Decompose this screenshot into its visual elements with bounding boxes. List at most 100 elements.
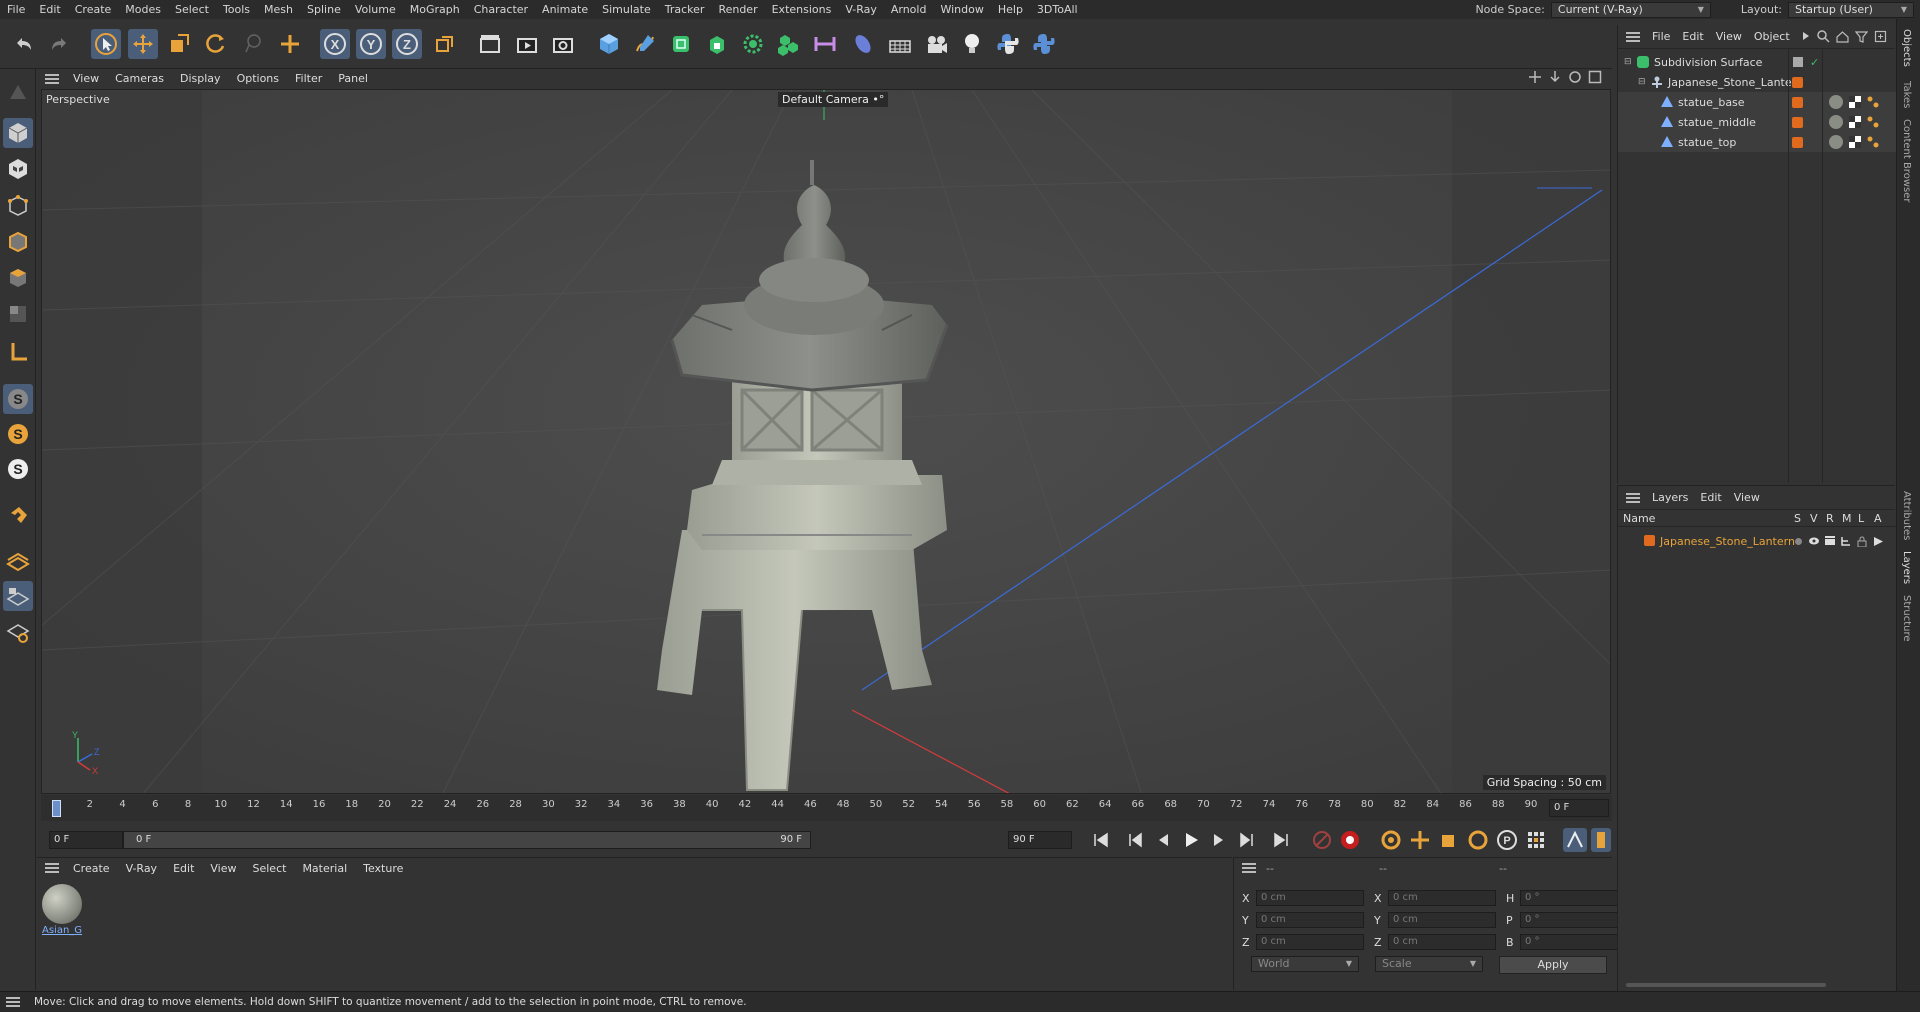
playhead-marker[interactable] [52,800,61,817]
collapse-icon[interactable]: ⊟ [1624,57,1634,67]
menu-arnold[interactable]: Arnold [884,3,934,16]
redo-button[interactable] [44,29,74,59]
menu-edit[interactable]: Edit [32,3,67,16]
layer-color-swatch[interactable] [1644,535,1655,546]
play-icon[interactable] [1181,830,1201,850]
model-mode-button[interactable] [3,118,33,148]
layer-menu-layers[interactable]: Layers [1646,491,1694,504]
menu-vray[interactable]: V-Ray [838,3,884,16]
uvw-tag-icon[interactable] [1848,115,1862,129]
rotation-key-icon[interactable] [1467,829,1489,851]
viewport-menu-view[interactable]: View [65,72,107,85]
snap-settings-button[interactable]: S [3,419,33,449]
mograph-button[interactable] [774,29,804,59]
go-to-end-icon[interactable] [1271,830,1291,850]
tab-structure[interactable]: Structure [1901,595,1912,642]
material-menu-vray[interactable]: V-Ray [118,862,166,875]
render-clapper-icon[interactable] [1824,536,1836,546]
go-to-start-icon[interactable] [1091,830,1111,850]
layer-menu-view[interactable]: View [1728,491,1766,504]
python-script-button[interactable] [993,29,1023,59]
deformer-button[interactable] [810,29,840,59]
menu-modes[interactable]: Modes [118,3,168,16]
coord-size-x[interactable]: 0 cm [1388,890,1496,906]
phong-tag-icon[interactable] [1866,115,1880,129]
uv-mode-button[interactable] [3,299,33,329]
record-keys-disabled-icon[interactable] [1311,829,1333,851]
axis-mode-button[interactable] [3,337,33,367]
horizontal-scrollbar[interactable] [1626,983,1826,987]
hamburger-icon[interactable] [1242,863,1256,873]
points-mode-button[interactable] [3,191,33,221]
object-row-japanese-stone-lantern[interactable]: ⊟ Japanese_Stone_Lantern [1618,72,1896,92]
light-button[interactable] [957,29,987,59]
scale-key-icon[interactable] [1438,829,1460,851]
menu-extensions[interactable]: Extensions [765,3,839,16]
viewport-menu-filter[interactable]: Filter [287,72,330,85]
3d-viewport[interactable]: Perspective Default Camera •° Grid Spaci… [41,89,1611,794]
snap-button[interactable]: S [3,384,33,414]
viewport-camera-label[interactable]: Default Camera •° [778,92,889,107]
material-tag-icon[interactable] [1828,94,1844,110]
keyframe-selection-icon[interactable] [1380,829,1402,851]
object-menu-file[interactable]: File [1646,30,1676,43]
autokey-icon[interactable] [1339,829,1361,851]
size-mode-dropdown[interactable]: Scale ▼ [1375,956,1483,972]
layer-color-tag[interactable] [1792,96,1803,108]
dolly-icon[interactable] [1548,70,1562,84]
menu-window[interactable]: Window [933,3,990,16]
hamburger-icon[interactable] [45,73,59,84]
menu-mesh[interactable]: Mesh [257,3,300,16]
x-axis-lock-button[interactable]: X [320,29,350,59]
add-tool-button[interactable] [275,29,305,59]
coord-size-y[interactable]: 0 cm [1388,912,1496,928]
move-tool-button[interactable] [128,29,158,59]
undo-button[interactable] [9,29,39,59]
extrude-button[interactable] [702,29,732,59]
coord-pos-x[interactable]: 0 cm [1256,890,1364,906]
cube-primitive-button[interactable] [594,29,624,59]
coordinate-system-button[interactable] [430,29,460,59]
selection-tool-button[interactable] [91,29,121,59]
viewport-menu-cameras[interactable]: Cameras [107,72,172,85]
layout-dropdown[interactable]: Startup (User) ▼ [1788,1,1914,18]
tab-takes[interactable]: Takes [1901,81,1912,108]
position-key-icon[interactable] [1409,829,1431,851]
y-axis-lock-button[interactable]: Y [356,29,386,59]
material-swatch[interactable]: Asian_G [42,884,84,940]
coord-pos-z[interactable]: 0 cm [1256,934,1364,950]
planar-workplane-button[interactable] [3,617,33,647]
previous-frame-icon[interactable] [1153,830,1173,850]
viewport-menu-panel[interactable]: Panel [330,72,376,85]
pan-icon[interactable] [1528,70,1542,84]
previous-key-icon[interactable] [1125,830,1145,850]
cloner-button[interactable] [738,29,768,59]
rotate-tool-button[interactable] [200,29,230,59]
apply-button[interactable]: Apply [1499,956,1607,974]
coord-size-z[interactable]: 0 cm [1388,934,1496,950]
timeline-mode-icon[interactable] [1563,828,1587,852]
layer-color-tag[interactable] [1792,136,1803,148]
object-row-subdivision-surface[interactable]: ⊟ Subdivision Surface ✓ [1618,52,1896,72]
floor-button[interactable] [885,29,915,59]
coord-rot-h[interactable]: 0 ° [1520,890,1624,906]
render-settings-button[interactable] [548,29,578,59]
layer-color-tag[interactable] [1792,76,1803,88]
node-space-dropdown[interactable]: Current (V-Ray) ▼ [1550,1,1711,18]
orbit-icon[interactable] [1568,70,1582,84]
object-row-statue-base[interactable]: statue_base [1618,92,1896,112]
tab-objects[interactable]: Objects [1901,29,1912,67]
polygons-mode-button[interactable] [3,263,33,293]
lock-icon[interactable] [1856,536,1868,547]
animation-play-icon[interactable] [1872,536,1884,547]
edit-check-icon[interactable] [1792,56,1804,68]
render-picture-viewer-button[interactable] [512,29,542,59]
make-editable-button[interactable] [3,77,33,107]
hamburger-icon[interactable] [45,863,59,873]
search-icon[interactable] [1817,30,1830,43]
menu-animate[interactable]: Animate [535,3,595,16]
object-menu-edit[interactable]: Edit [1676,30,1709,43]
uvw-tag-icon[interactable] [1848,95,1862,109]
z-axis-lock-button[interactable]: Z [392,29,422,59]
viewport-menu-options[interactable]: Options [229,72,287,85]
